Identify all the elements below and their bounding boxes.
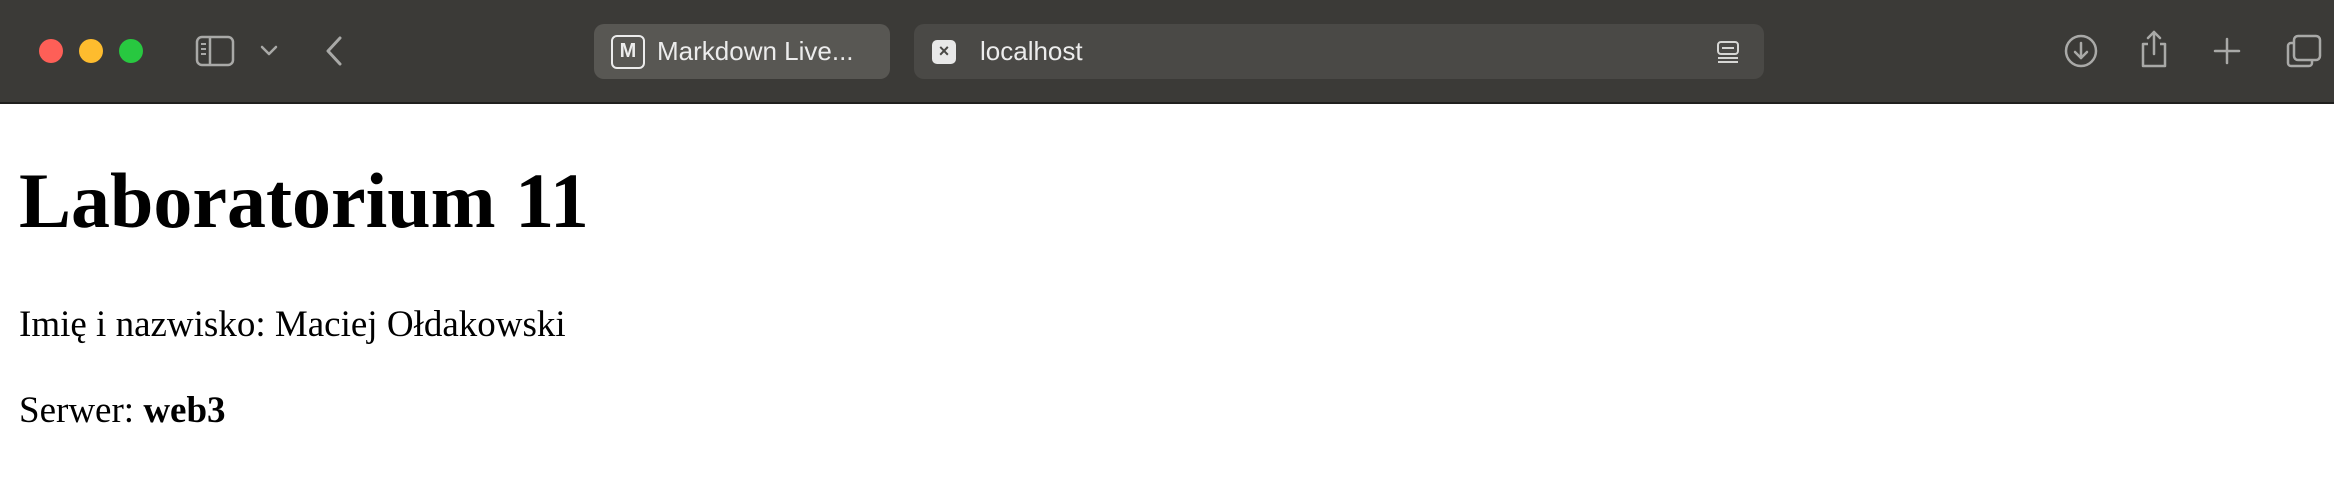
markdown-m-icon: M [611, 34, 645, 69]
back-arrow-icon[interactable] [322, 34, 346, 68]
tab-overview-icon[interactable] [2284, 32, 2324, 70]
sidebar-icon[interactable] [194, 34, 236, 68]
server-label: Serwer: [19, 390, 144, 431]
download-icon[interactable] [2062, 32, 2100, 70]
tab-localhost[interactable]: × localhost [914, 24, 1764, 79]
tab-title: Markdown Live... [657, 36, 854, 66]
window-close-button[interactable] [39, 39, 63, 63]
window-maximize-button[interactable] [119, 39, 143, 63]
server-value: web3 [143, 390, 226, 431]
tab-markdown-live[interactable]: M Markdown Live... [594, 24, 890, 79]
share-icon[interactable] [2136, 28, 2172, 70]
name-line: Imię i nazwisko: Maciej Ołdakowski [19, 304, 566, 345]
plus-icon[interactable] [2210, 34, 2244, 68]
reader-view-icon[interactable] [1714, 38, 1742, 66]
chevron-down-icon[interactable] [258, 40, 280, 62]
page-title: Laboratorium 11 [19, 157, 589, 244]
close-x-icon[interactable]: × [932, 39, 956, 64]
window-minimize-button[interactable] [79, 39, 103, 63]
tab-title: localhost [980, 36, 1083, 66]
server-line: Serwer: web3 [19, 388, 226, 434]
browser-toolbar: M Markdown Live... × localhost [0, 0, 2334, 104]
